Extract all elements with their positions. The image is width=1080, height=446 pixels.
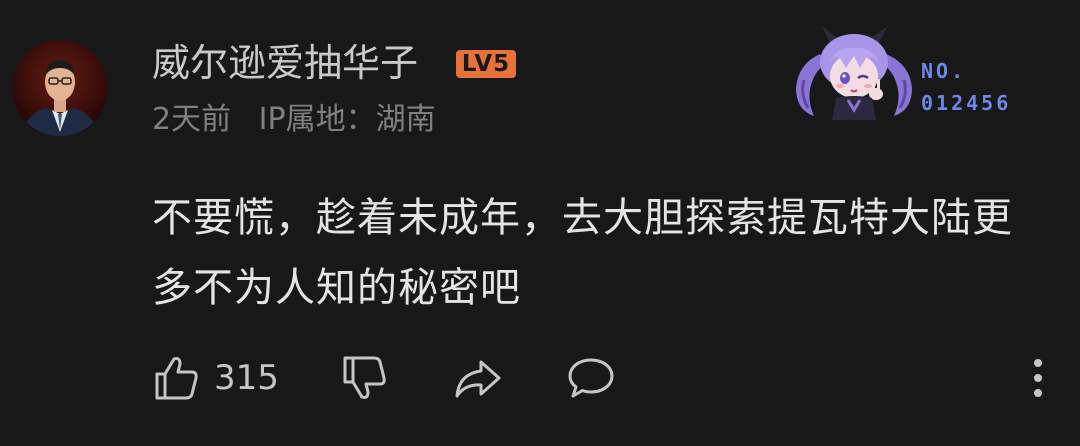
pendant-number: 012456 bbox=[921, 91, 1012, 115]
avatar-pendant[interactable] bbox=[790, 24, 920, 120]
share-icon bbox=[455, 360, 501, 398]
comment-text: 不要慌，趁着未成年，去大胆探索提瓦特大陆更多不为人知的秘密吧 bbox=[152, 195, 1013, 311]
thumbs-down-icon bbox=[343, 356, 386, 399]
thumbs-up-icon bbox=[155, 357, 198, 400]
like-count: 315 bbox=[214, 358, 279, 398]
comment-icon bbox=[568, 358, 614, 398]
level-badge: LV5 bbox=[456, 50, 516, 78]
more-options-button[interactable] bbox=[1026, 356, 1050, 400]
anime-pendant-icon bbox=[796, 26, 912, 120]
username[interactable]: 威尔逊爱抽华子 bbox=[152, 38, 418, 88]
ip-location: IP属地：湖南 bbox=[258, 102, 436, 137]
comment-time: 2天前 bbox=[152, 102, 232, 137]
reply-button[interactable] bbox=[566, 352, 616, 404]
user-avatar-image bbox=[12, 40, 108, 136]
pendant-label: NO. bbox=[921, 59, 967, 83]
more-vertical-icon bbox=[1034, 359, 1042, 397]
like-button[interactable]: 315 bbox=[152, 352, 279, 404]
share-button[interactable] bbox=[453, 352, 503, 404]
dislike-button[interactable] bbox=[340, 352, 388, 404]
avatar[interactable] bbox=[12, 40, 108, 136]
comment-meta: 2天前 IP属地：湖南 bbox=[152, 100, 436, 140]
